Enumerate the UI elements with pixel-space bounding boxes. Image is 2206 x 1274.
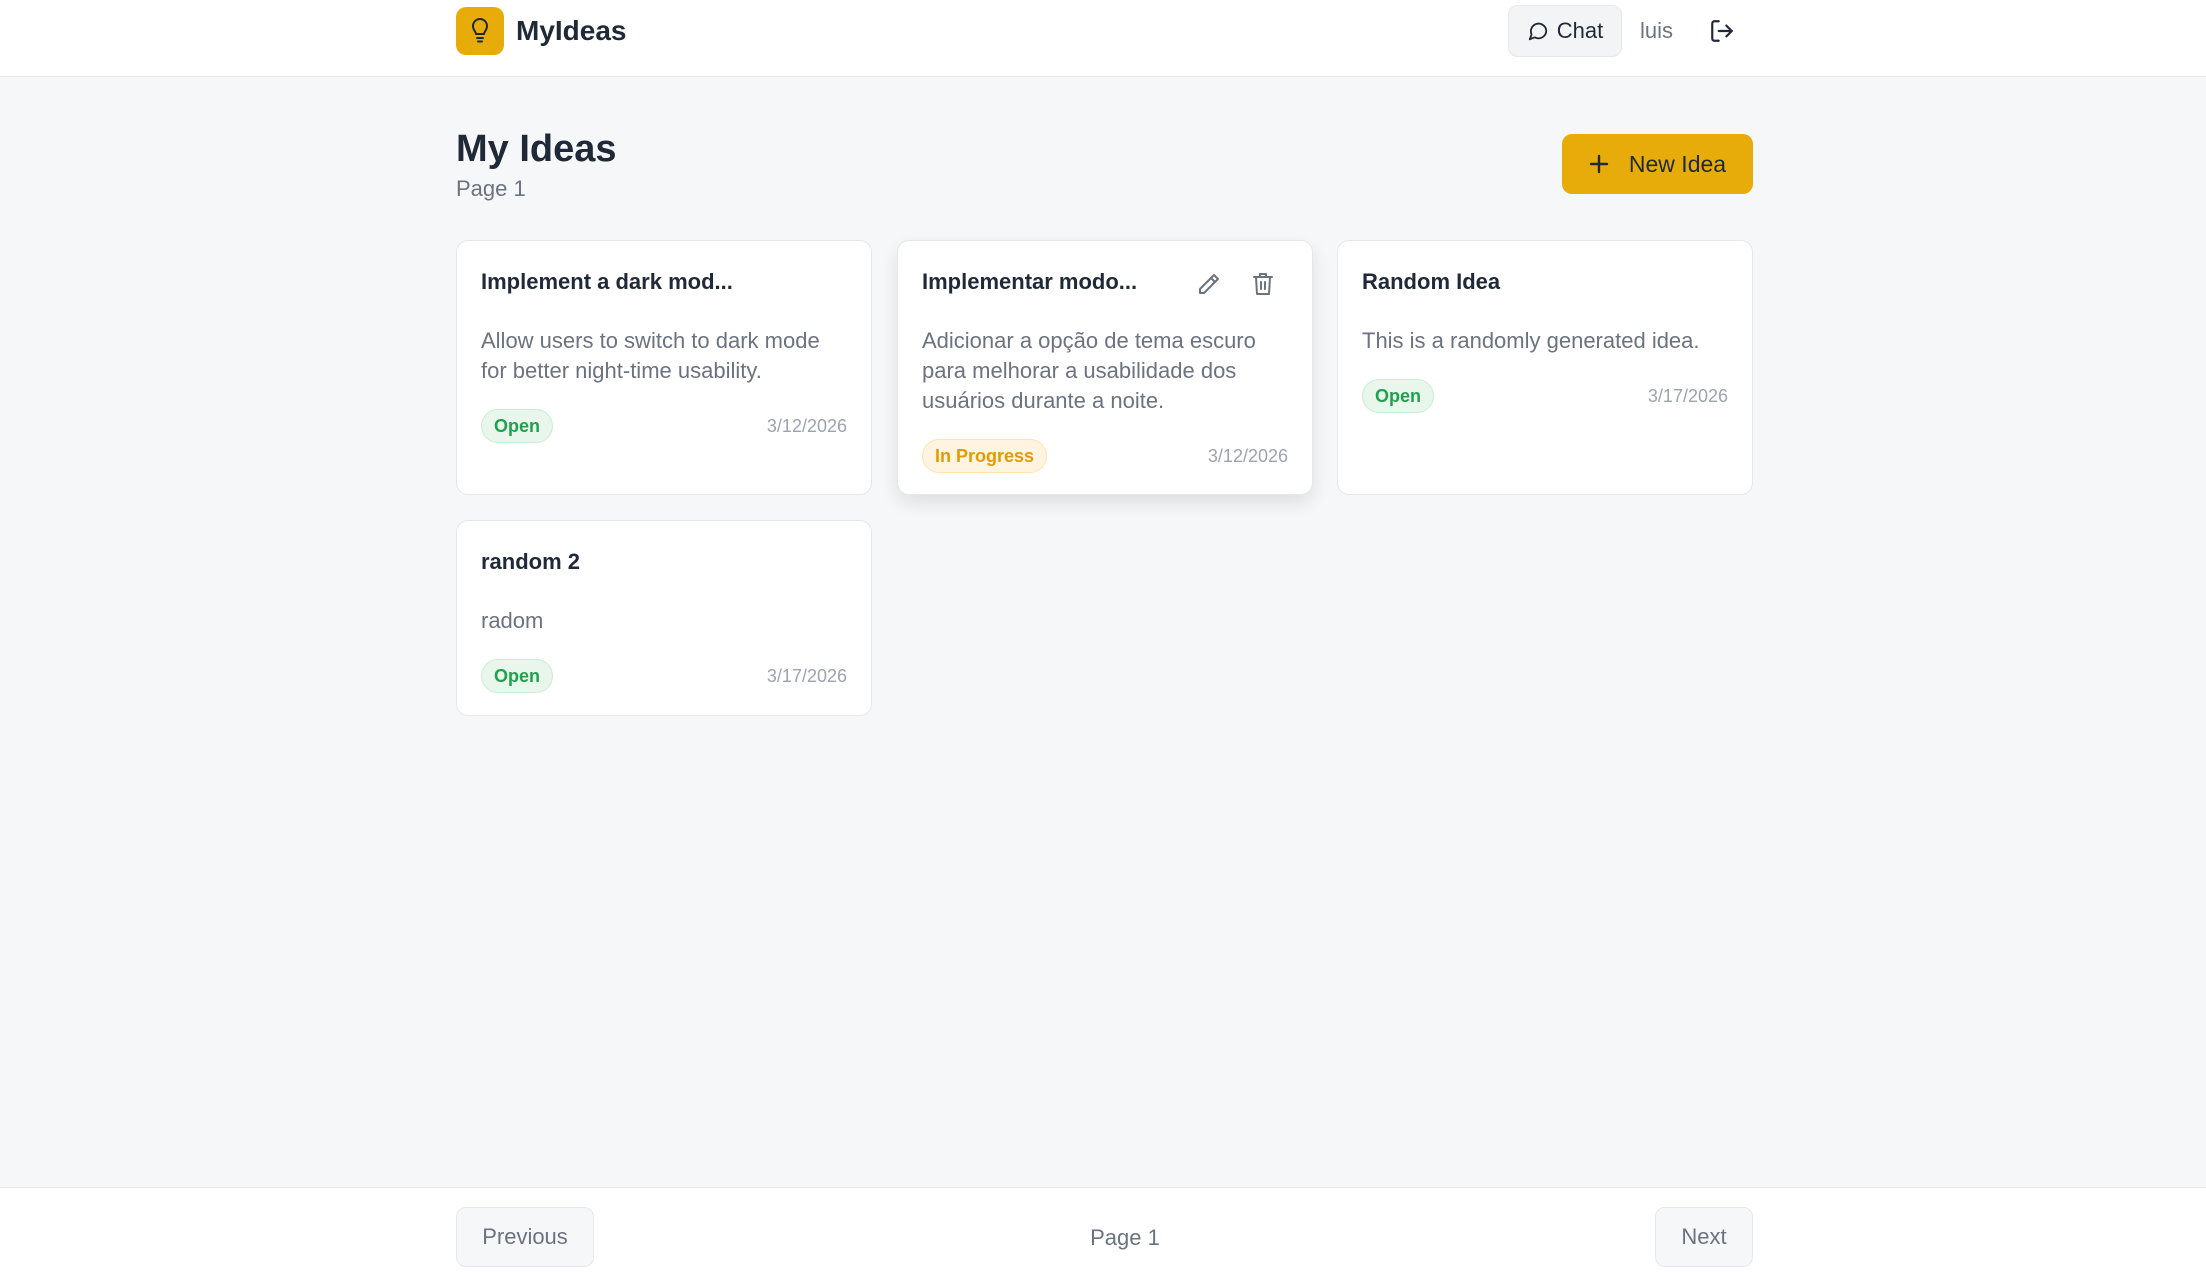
top-nav: MyIdeas Chat luis <box>0 0 2206 77</box>
lightbulb-icon[interactable] <box>456 7 504 55</box>
edit-button[interactable] <box>1194 269 1224 299</box>
idea-description: Allow users to switch to dark mode for b… <box>481 328 820 383</box>
pagination-bar: Previous Page 1 Next <box>0 1187 2206 1274</box>
pencil-icon <box>1199 274 1219 294</box>
status-badge: In Progress <box>922 439 1048 473</box>
status-badge: Open <box>1362 379 1435 413</box>
idea-description: radom <box>481 608 544 633</box>
next-button[interactable]: Next <box>1655 1207 1753 1267</box>
trash-icon <box>1253 273 1273 295</box>
idea-card[interactable]: random 2 radom Open 3/17/2026 <box>456 520 872 716</box>
idea-title: Implementar modo... <box>922 269 1138 294</box>
plus-icon <box>1589 154 1609 174</box>
chat-button[interactable]: Chat <box>1508 5 1622 57</box>
idea-title: random 2 <box>481 549 581 574</box>
idea-date: 3/12/2026 <box>1207 446 1288 466</box>
idea-description: Adicionar a opção de tema escuro para me… <box>922 328 1256 413</box>
message-circle-icon <box>1528 22 1547 41</box>
logout-button[interactable] <box>1704 12 1740 50</box>
idea-title: Implement a dark mod... <box>481 269 733 294</box>
new-idea-button[interactable]: New Idea <box>1562 134 1753 194</box>
idea-card[interactable]: Random Idea This is a randomly generated… <box>1337 240 1753 495</box>
user-name: luis <box>1640 18 1674 43</box>
idea-card[interactable]: Implementar modo... Adicionar a opção de… <box>897 240 1313 495</box>
brand-name[interactable]: MyIdeas <box>516 14 627 48</box>
status-badge: Open <box>481 659 554 693</box>
idea-date: 3/12/2026 <box>766 416 847 436</box>
idea-description: This is a randomly generated idea. <box>1362 328 1700 353</box>
previous-button[interactable]: Previous <box>456 1207 594 1267</box>
log-out-icon <box>1711 20 1733 42</box>
idea-title: Random Idea <box>1362 269 1501 294</box>
idea-card[interactable]: Implement a dark mod... Allow users to s… <box>456 240 872 495</box>
status-badge: Open <box>481 409 554 443</box>
delete-button[interactable] <box>1248 269 1278 299</box>
page-indicator: Page 1 <box>1090 1225 1160 1250</box>
page-title: My Ideas <box>456 128 617 170</box>
new-idea-label: New Idea <box>1628 150 1727 177</box>
idea-date: 3/17/2026 <box>1647 386 1728 406</box>
chat-button-label: Chat <box>1556 18 1604 43</box>
page-subtitle: Page 1 <box>456 176 526 201</box>
idea-date: 3/17/2026 <box>766 666 847 686</box>
